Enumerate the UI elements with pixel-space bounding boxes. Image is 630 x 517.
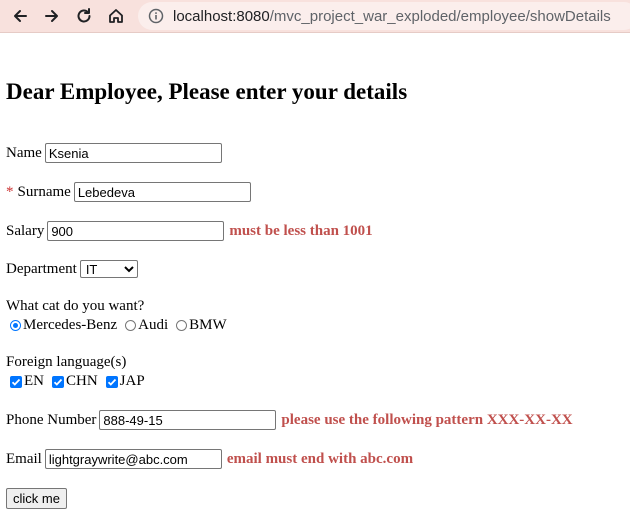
- department-row: Department IT: [6, 260, 138, 278]
- surname-row: * Surname: [6, 182, 251, 202]
- url-path: /mvc_project_war_exploded/employee/showD…: [269, 7, 611, 25]
- checkmark-icon: [107, 378, 116, 386]
- language-option-label: EN: [24, 373, 44, 389]
- info-icon[interactable]: [148, 8, 164, 24]
- surname-input[interactable]: [73, 182, 251, 202]
- email-row: Email email must end with abc.com: [6, 449, 413, 469]
- phone-error: please use the following pattern XXX-XX-…: [281, 411, 573, 428]
- checkbox-jap[interactable]: [105, 375, 118, 388]
- language-option-jap[interactable]: JAP: [102, 373, 145, 390]
- car-option-label: Mercedes-Benz: [23, 317, 118, 333]
- languages-label-row: Foreign language(s): [6, 354, 126, 371]
- salary-row: Salary must be less than 1001: [6, 221, 373, 241]
- surname-label: Surname: [17, 183, 71, 200]
- email-input[interactable]: [44, 449, 222, 469]
- name-row: Name: [6, 143, 222, 163]
- salary-input[interactable]: [47, 221, 225, 241]
- car-option-audi[interactable]: Audi: [121, 317, 168, 334]
- phone-row: Phone Number please use the following pa…: [6, 410, 573, 430]
- car-option-bmw[interactable]: BMW: [172, 317, 227, 334]
- car-option-label: Audi: [138, 317, 169, 333]
- name-input[interactable]: [44, 143, 222, 163]
- car-question-row: What cat do you want?: [6, 298, 144, 315]
- languages-options-row: EN CHN JAP: [6, 373, 149, 390]
- email-error: email must end with abc.com: [226, 450, 414, 467]
- url-host: localhost:8080: [173, 7, 270, 25]
- car-option-label: BMW: [189, 317, 227, 333]
- submit-button[interactable]: click me: [6, 488, 67, 509]
- department-label: Department: [6, 260, 77, 277]
- reload-icon: [77, 8, 91, 23]
- department-select[interactable]: IT: [79, 260, 138, 278]
- languages-label: Foreign language(s): [6, 354, 127, 370]
- radio-bmw[interactable]: [176, 320, 188, 331]
- checkbox-chn[interactable]: [52, 375, 64, 388]
- language-option-label: CHN: [66, 373, 98, 389]
- submit-row: click me: [6, 488, 67, 509]
- salary-label: Salary: [6, 222, 45, 239]
- car-options-row: Mercedes-Benz Audi BMW: [6, 317, 231, 334]
- checkmark-icon: [53, 378, 63, 386]
- required-mark: *: [6, 183, 14, 200]
- forward-button[interactable]: [38, 2, 66, 30]
- reload-button[interactable]: [70, 2, 98, 30]
- email-label: Email: [6, 450, 42, 467]
- radio-audi[interactable]: [125, 320, 137, 331]
- browser-toolbar: localhost:8080/mvc_project_war_exploded/…: [0, 0, 630, 33]
- checkbox-en[interactable]: [10, 375, 22, 388]
- checkmark-icon: [11, 378, 21, 386]
- name-label: Name: [6, 144, 42, 161]
- address-bar[interactable]: localhost:8080/mvc_project_war_exploded/…: [138, 2, 630, 30]
- phone-input[interactable]: [99, 410, 277, 430]
- page-title: Dear Employee, Please enter your details: [6, 79, 408, 104]
- car-option-mercedes[interactable]: Mercedes-Benz: [6, 317, 117, 334]
- language-option-en[interactable]: EN: [6, 373, 44, 390]
- car-question-label: What cat do you want?: [6, 298, 145, 314]
- home-icon: [109, 9, 123, 23]
- arrow-right-icon: [45, 10, 58, 22]
- language-option-chn[interactable]: CHN: [48, 373, 98, 390]
- arrow-left-icon: [14, 10, 27, 22]
- salary-error: must be less than 1001: [229, 222, 373, 239]
- language-option-label: JAP: [119, 373, 145, 389]
- home-button[interactable]: [102, 2, 130, 30]
- phone-label: Phone Number: [6, 411, 97, 428]
- radio-mercedes[interactable]: [10, 320, 21, 331]
- back-button[interactable]: [6, 2, 34, 30]
